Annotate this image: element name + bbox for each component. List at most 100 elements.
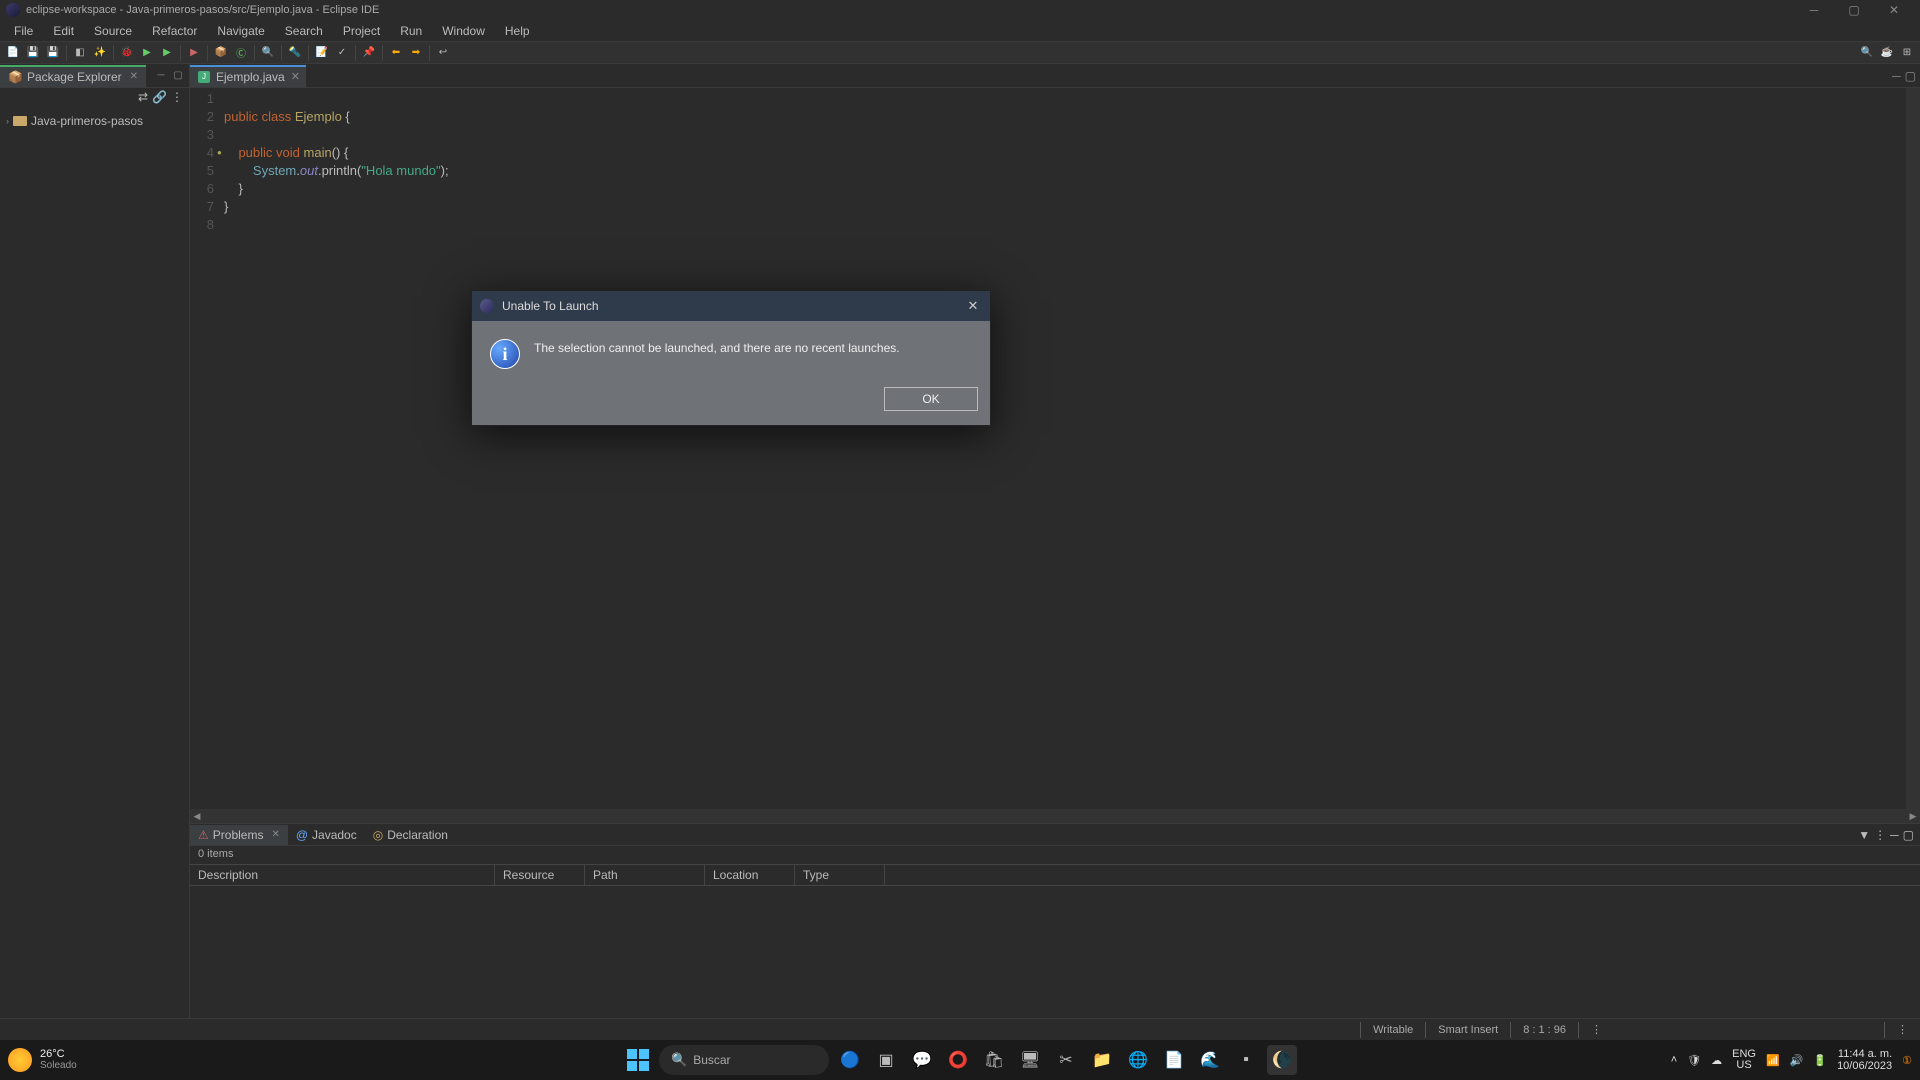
col-location[interactable]: Location [705, 865, 795, 885]
forward-icon[interactable]: ➡ [407, 44, 425, 62]
minimize-view-icon[interactable]: ─ [1890, 828, 1899, 842]
taskbar-app-taskview[interactable]: ▣ [871, 1045, 901, 1075]
tray-overflow-icon[interactable]: ˄ [1671, 1054, 1677, 1066]
back-icon[interactable]: ⬅ [387, 44, 405, 62]
dialog-ok-button[interactable]: OK [884, 387, 978, 411]
tray-security-icon[interactable]: 🛡 [1687, 1054, 1701, 1067]
minimize-button[interactable]: ─ [1794, 0, 1834, 20]
close-tab-icon[interactable]: ✕ [130, 71, 138, 82]
status-menu-icon-2[interactable]: ⋮ [1884, 1022, 1920, 1038]
collapse-all-icon[interactable]: ⇄ [138, 90, 148, 106]
dialog-close-button[interactable]: ✕ [964, 297, 982, 315]
editor-tab[interactable]: J Ejemplo.java ✕ [190, 65, 306, 87]
tray-battery-icon[interactable]: 🔋 [1813, 1054, 1827, 1067]
menu-help[interactable]: Help [495, 22, 540, 40]
project-tree-item[interactable]: › Java-primeros-pasos [6, 112, 183, 130]
status-menu-icon[interactable]: ⋮ [1578, 1022, 1614, 1038]
tab-declaration[interactable]: ◎ Declaration [365, 825, 456, 845]
col-description[interactable]: Description [190, 865, 495, 885]
search-icon[interactable]: 🔦 [286, 44, 304, 62]
tray-onedrive-icon[interactable]: ☁ [1711, 1054, 1722, 1067]
menu-refactor[interactable]: Refactor [142, 22, 207, 40]
external-tools-icon[interactable]: ▶ [185, 44, 203, 62]
perspective-java-icon[interactable]: ☕ [1878, 44, 1896, 62]
last-edit-icon[interactable]: ↩ [434, 44, 452, 62]
minimize-editor-icon[interactable]: ─ [1892, 69, 1901, 83]
problems-table[interactable]: Description Resource Path Location Type [190, 864, 1920, 1018]
taskbar-app-copilot[interactable]: 🔵 [835, 1045, 865, 1075]
toggle-icon[interactable]: ◧ [71, 44, 89, 62]
task-icon[interactable]: ✓ [333, 44, 351, 62]
project-name: Java-primeros-pasos [31, 114, 143, 128]
vertical-scrollbar[interactable] [1906, 88, 1920, 809]
save-icon[interactable]: 💾 [24, 44, 42, 62]
java-file-icon: J [198, 71, 210, 83]
taskbar-app-calculator[interactable]: 🖥 [1015, 1045, 1045, 1075]
package-explorer: 📦 Package Explorer ✕ ─ ▢ ⇄ 🔗 ⋮ › Java-pr… [0, 64, 190, 1018]
menu-project[interactable]: Project [333, 22, 390, 40]
maximize-editor-icon[interactable]: ▢ [1905, 69, 1916, 83]
toolbar: 📄 💾 💾 ◧ ✨ 🐞 ▶ ▶ ▶ 📦 Ⓒ 🔍 🔦 📝 ✓ 📌 ⬅ ➡ ↩ 🔍 … [0, 42, 1920, 64]
maximize-view-icon[interactable]: ▢ [171, 69, 185, 83]
menu-edit[interactable]: Edit [43, 22, 84, 40]
tray-volume-icon[interactable]: 🔊 [1790, 1054, 1804, 1067]
tab-problems[interactable]: ⚠ Problems ✕ [190, 825, 288, 845]
menu-run[interactable]: Run [390, 22, 432, 40]
new-icon[interactable]: 📄 [4, 44, 22, 62]
perspective-open-icon[interactable]: ⊞ [1898, 44, 1916, 62]
taskbar-app-store[interactable]: 🛍 [979, 1045, 1009, 1075]
col-resource[interactable]: Resource [495, 865, 585, 885]
horizontal-scrollbar[interactable]: ◀▶ [190, 809, 1920, 823]
taskbar-weather[interactable]: 26°C Soleado [8, 1048, 77, 1072]
tray-clock[interactable]: 11:44 a. m.10/06/2023 [1837, 1048, 1892, 1072]
coverage-icon[interactable]: ▶ [158, 44, 176, 62]
tray-language[interactable]: ENGUS [1732, 1049, 1756, 1071]
wand-icon[interactable]: ✨ [91, 44, 109, 62]
taskbar-app-opera[interactable]: ⭕ [943, 1045, 973, 1075]
taskbar-app-notepad[interactable]: 📄 [1159, 1045, 1189, 1075]
col-path[interactable]: Path [585, 865, 705, 885]
start-button[interactable] [623, 1045, 653, 1075]
quick-access-icon[interactable]: 🔍 [1858, 44, 1876, 62]
run-icon[interactable]: ▶ [138, 44, 156, 62]
menu-file[interactable]: File [4, 22, 43, 40]
annotation-icon[interactable]: 📝 [313, 44, 331, 62]
taskbar-app-files[interactable]: 📁 [1087, 1045, 1117, 1075]
debug-icon[interactable]: 🐞 [118, 44, 136, 62]
tab-javadoc[interactable]: @ Javadoc [288, 825, 365, 845]
filter-icon[interactable]: ▼ [1858, 828, 1870, 842]
new-package-icon[interactable]: 📦 [212, 44, 230, 62]
taskbar-app-snip[interactable]: ✂ [1051, 1045, 1081, 1075]
dialog-title-text: Unable To Launch [502, 299, 599, 313]
taskbar-search[interactable]: 🔍 Buscar [659, 1045, 829, 1075]
save-all-icon[interactable]: 💾 [44, 44, 62, 62]
taskbar-app-edge[interactable]: 🌊 [1195, 1045, 1225, 1075]
pin-icon[interactable]: 📌 [360, 44, 378, 62]
maximize-view-icon[interactable]: ▢ [1903, 828, 1914, 842]
menu-navigate[interactable]: Navigate [207, 22, 274, 40]
taskbar-app-chat[interactable]: 💬 [907, 1045, 937, 1075]
tray-notifications-icon[interactable]: ① [1902, 1054, 1912, 1067]
dialog-titlebar[interactable]: Unable To Launch ✕ [472, 291, 990, 321]
package-explorer-tab[interactable]: 📦 Package Explorer ✕ [0, 65, 146, 87]
maximize-button[interactable]: ▢ [1834, 0, 1874, 20]
link-editor-icon[interactable]: 🔗 [152, 90, 167, 106]
code-editor[interactable]: public class Ejemplo { public void main(… [220, 88, 1906, 809]
taskbar-app-eclipse[interactable]: 🌘 [1267, 1045, 1297, 1075]
line-gutter[interactable]: 1 2 3 4 5 6 7 8 [190, 88, 220, 809]
close-tab-icon[interactable]: ✕ [291, 70, 300, 83]
open-type-icon[interactable]: 🔍 [259, 44, 277, 62]
taskbar-app-terminal[interactable]: ▪ [1231, 1045, 1261, 1075]
menu-source[interactable]: Source [84, 22, 142, 40]
view-menu-icon[interactable]: ⋮ [1874, 828, 1886, 842]
taskbar-app-chrome[interactable]: 🌐 [1123, 1045, 1153, 1075]
view-menu-icon[interactable]: ⋮ [171, 90, 183, 106]
close-tab-icon[interactable]: ✕ [271, 829, 279, 840]
menu-search[interactable]: Search [275, 22, 333, 40]
col-type[interactable]: Type [795, 865, 885, 885]
menu-window[interactable]: Window [432, 22, 495, 40]
minimize-view-icon[interactable]: ─ [154, 69, 168, 83]
tray-wifi-icon[interactable]: 📶 [1766, 1054, 1780, 1067]
new-class-icon[interactable]: Ⓒ [232, 44, 250, 62]
close-window-button[interactable]: ✕ [1874, 0, 1914, 20]
